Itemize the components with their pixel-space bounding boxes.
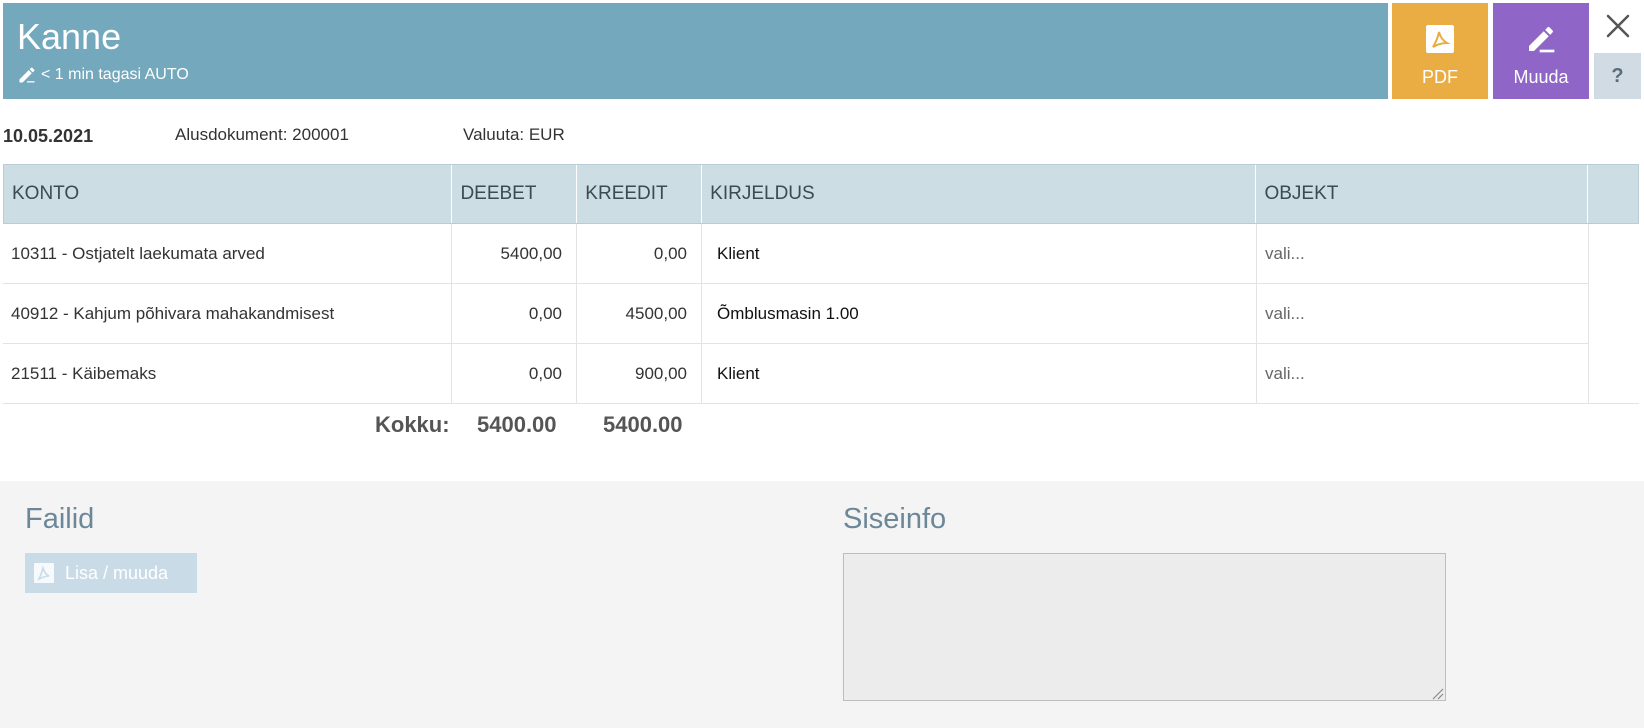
pencil-icon bbox=[1529, 27, 1555, 53]
row-object-select[interactable]: vali... bbox=[1257, 224, 1589, 283]
column-header-description: KIRJELDUS bbox=[702, 165, 1257, 223]
column-header-object: OBJEKT bbox=[1256, 165, 1589, 223]
files-title: Failid bbox=[25, 503, 95, 535]
row-account: 10311 - Ostjatelt laekumata arved bbox=[3, 224, 452, 283]
column-header-extra bbox=[1588, 165, 1638, 223]
close-icon bbox=[1606, 14, 1630, 38]
table-header: KONTO DEEBET KREEDIT KIRJELDUS OBJEKT bbox=[3, 164, 1639, 224]
pdf-icon bbox=[1426, 25, 1454, 53]
row-object-select[interactable]: vali... bbox=[1257, 284, 1589, 343]
row-account: 21511 - Käibemaks bbox=[3, 344, 452, 403]
resize-handle-icon[interactable] bbox=[1430, 686, 1444, 700]
base-document: Alusdokument: 200001 bbox=[175, 125, 349, 144]
total-debit: 5400.00 bbox=[477, 412, 557, 437]
column-header-credit: KREEDIT bbox=[577, 165, 703, 223]
pencil-icon bbox=[19, 67, 35, 83]
totals-label: Kokku: bbox=[375, 412, 450, 437]
row-description: Õmblusmasin 1.00 bbox=[702, 284, 1257, 343]
pdf-button[interactable]: PDF bbox=[1392, 3, 1488, 99]
row-debit: 0,00 bbox=[452, 284, 577, 343]
help-button[interactable]: ? bbox=[1594, 53, 1641, 99]
row-debit: 5400,00 bbox=[452, 224, 577, 283]
pdf-button-label: PDF bbox=[1422, 67, 1458, 87]
close-button[interactable] bbox=[1598, 6, 1638, 46]
page-header: Kanne < 1 min tagasi AUTO bbox=[3, 3, 1388, 99]
internal-info-textarea[interactable] bbox=[843, 553, 1446, 701]
add-files-label: Lisa / muuda bbox=[65, 562, 169, 583]
row-credit: 900,00 bbox=[577, 344, 702, 403]
row-description: Klient bbox=[702, 224, 1257, 283]
total-credit: 5400.00 bbox=[603, 412, 683, 437]
row-credit: 0,00 bbox=[577, 224, 702, 283]
last-edited-info: < 1 min tagasi AUTO bbox=[17, 65, 189, 85]
column-header-debit: DEEBET bbox=[452, 165, 578, 223]
table-row: 40912 - Kahjum põhivara mahakandmisest 0… bbox=[3, 284, 1589, 344]
row-account: 40912 - Kahjum põhivara mahakandmisest bbox=[3, 284, 452, 343]
table-row: 10311 - Ostjatelt laekumata arved 5400,0… bbox=[3, 224, 1589, 284]
entries-table: KONTO DEEBET KREEDIT KIRJELDUS OBJEKT 10… bbox=[3, 164, 1639, 404]
currency: Valuuta: EUR bbox=[463, 125, 565, 144]
add-files-button[interactable]: Lisa / muuda bbox=[25, 553, 197, 593]
last-edited-text: < 1 min tagasi AUTO bbox=[41, 66, 189, 83]
pdf-icon bbox=[34, 563, 54, 583]
column-header-account: KONTO bbox=[4, 165, 453, 223]
edit-button-label: Muuda bbox=[1513, 67, 1569, 87]
bottom-panel: Failid Lisa / muuda Siseinfo bbox=[0, 481, 1644, 728]
row-object-select[interactable]: vali... bbox=[1257, 344, 1589, 403]
internal-info-title: Siseinfo bbox=[843, 503, 947, 535]
page-title: Kanne bbox=[17, 16, 122, 57]
row-debit: 0,00 bbox=[452, 344, 577, 403]
table-row: 21511 - Käibemaks 0,00 900,00 Klient val… bbox=[3, 344, 1589, 404]
table-bottom-divider bbox=[3, 403, 1639, 404]
row-description: Klient bbox=[702, 344, 1257, 403]
row-credit: 4500,00 bbox=[577, 284, 702, 343]
edit-button[interactable]: Muuda bbox=[1493, 3, 1589, 99]
entry-date: 10.05.2021 bbox=[3, 126, 94, 146]
